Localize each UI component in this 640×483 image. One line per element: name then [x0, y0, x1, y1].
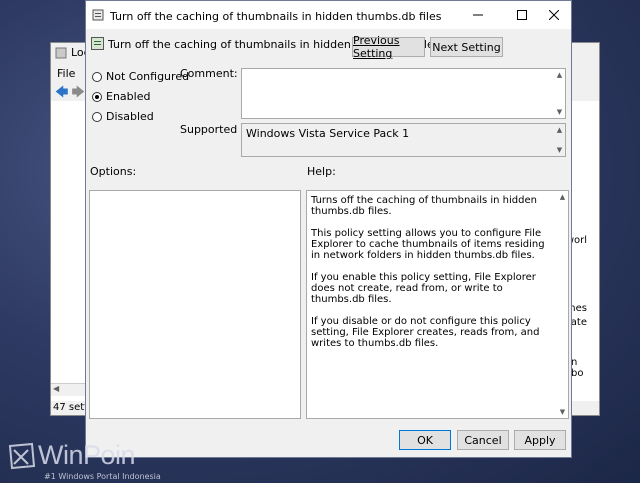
- scroll-up-icon[interactable]: ▲: [554, 70, 565, 80]
- menu-file[interactable]: File: [57, 67, 75, 80]
- maximize-button[interactable]: [504, 4, 540, 26]
- ok-button[interactable]: OK: [399, 430, 451, 450]
- radio-circle-selected[interactable]: [92, 91, 102, 102]
- apply-button[interactable]: Apply: [514, 430, 566, 450]
- comment-textarea[interactable]: ▲ ▼: [241, 68, 566, 119]
- watermark-name: WinPoin: [38, 440, 136, 470]
- options-label: Options:: [90, 165, 137, 178]
- dialog-titlebar: Turn off the caching of thumbnails in hi…: [86, 1, 571, 29]
- previous-setting-button[interactable]: Previous Setting: [352, 34, 425, 60]
- help-pane: Turns off the caching of thumbnails in h…: [306, 190, 569, 419]
- bg-detail-text: n bo: [571, 357, 584, 379]
- cancel-button[interactable]: Cancel: [457, 430, 509, 450]
- radio-selected-dot: [95, 94, 99, 99]
- scroll-down-icon[interactable]: ▼: [554, 145, 565, 155]
- previous-setting-label: Previous Setting: [353, 34, 400, 60]
- help-label: Help:: [307, 165, 336, 178]
- winpoin-logo-icon: [8, 442, 36, 470]
- options-pane[interactable]: [89, 190, 301, 419]
- bg-detail-pane: worl nes iate n bo: [566, 101, 599, 401]
- dialog-window-title: Turn off the caching of thumbnails in hi…: [110, 10, 442, 23]
- setting-header-icon: [91, 37, 104, 50]
- help-paragraph: Turns off the caching of thumbnails in h…: [311, 195, 537, 217]
- next-setting-label: Next Setting: [432, 40, 501, 54]
- help-paragraph: This policy setting allows you to config…: [311, 228, 545, 261]
- cancel-label: Cancel: [464, 433, 502, 447]
- radio-enabled[interactable]: Enabled: [92, 90, 150, 103]
- next-setting-button[interactable]: Next Setting: [430, 37, 503, 57]
- radio-label: Enabled: [106, 90, 151, 103]
- scroll-down-icon[interactable]: ▼: [557, 407, 568, 417]
- scroll-down-icon[interactable]: ▼: [554, 107, 565, 117]
- help-scrollbar[interactable]: ▲ ▼: [557, 191, 568, 418]
- apply-label: Apply: [524, 433, 556, 447]
- scroll-up-icon[interactable]: ▲: [554, 125, 565, 135]
- supported-scrollbar[interactable]: ▲ ▼: [554, 124, 565, 156]
- help-paragraph: If you enable this policy setting, File …: [311, 272, 536, 305]
- supported-on-field: Windows Vista Service Pack 1 ▲ ▼: [241, 123, 566, 157]
- policy-editor-icon: [55, 47, 67, 58]
- policy-setting-dialog: Turn off the caching of thumbnails in hi…: [85, 0, 572, 458]
- ok-label: OK: [417, 433, 433, 447]
- watermark-slogan: #1 Windows Portal Indonesia: [44, 472, 161, 481]
- maximize-icon: [517, 10, 527, 20]
- comment-scrollbar[interactable]: ▲ ▼: [554, 69, 565, 118]
- policy-icon: [92, 9, 104, 21]
- radio-circle[interactable]: [92, 71, 102, 82]
- close-button[interactable]: [536, 4, 572, 26]
- minimize-button[interactable]: [460, 4, 496, 26]
- comment-label: Comment:: [180, 67, 238, 80]
- close-icon: [549, 10, 559, 20]
- help-text: Turns off the caching of thumbnails in h…: [311, 195, 554, 360]
- help-paragraph: If you disable or do not configure this …: [311, 316, 540, 349]
- scroll-up-icon[interactable]: ▲: [557, 192, 568, 202]
- radio-label: Disabled: [106, 110, 154, 123]
- minimize-icon: [473, 14, 483, 16]
- radio-label: Not Configured: [106, 70, 190, 83]
- radio-not-configured[interactable]: Not Configured: [92, 70, 189, 83]
- radio-disabled[interactable]: Disabled: [92, 110, 154, 123]
- radio-circle[interactable]: [92, 111, 102, 122]
- supported-on-value: Windows Vista Service Pack 1: [246, 127, 410, 140]
